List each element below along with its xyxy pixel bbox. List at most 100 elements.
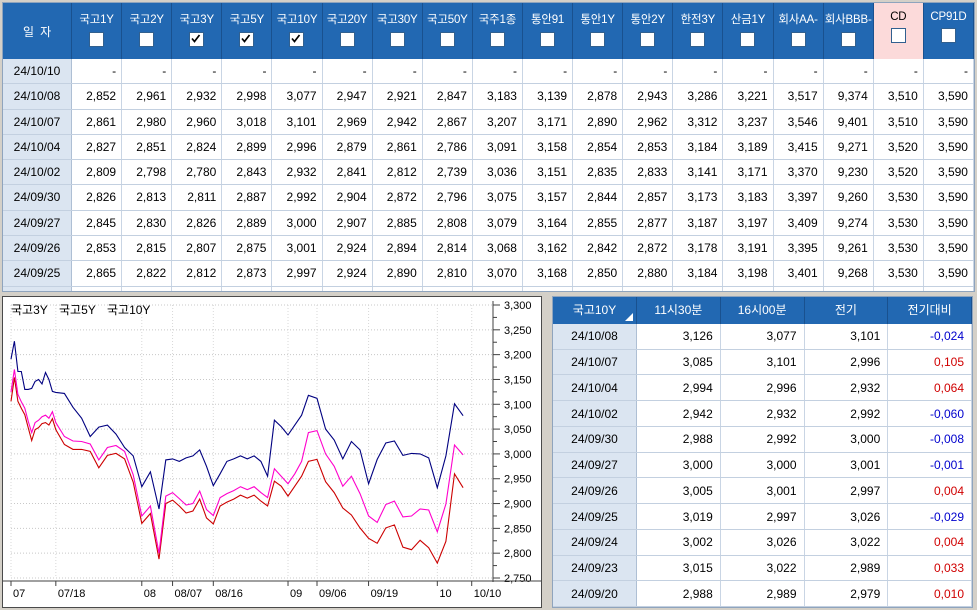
column-checkbox[interactable] — [139, 32, 155, 47]
cell-value — [523, 286, 574, 291]
column-checkbox[interactable] — [690, 32, 706, 47]
column-header-13: 산금1Y — [723, 3, 774, 59]
cell-value: 3,068 — [473, 236, 523, 261]
table-row[interactable]: 24/09/25 2,865 2,822 2,812 2,873 2,997 2,924 2,… — [3, 261, 974, 287]
intraday-t1600: 2,989 — [721, 581, 805, 607]
cell-value — [723, 286, 774, 291]
intraday-row[interactable]: 24/09/24 3,002 3,026 3,022 0,004 — [553, 529, 972, 556]
x-tick-label: 10/10 — [474, 588, 502, 600]
column-checkbox[interactable] — [840, 32, 856, 47]
column-checkbox[interactable] — [940, 28, 956, 43]
cell-value: 2,739 — [423, 160, 473, 185]
column-checkbox[interactable] — [239, 32, 255, 47]
intraday-header-label: 11시30분 — [654, 303, 703, 317]
cell-value: 2,835 — [573, 160, 624, 185]
cell-value: 2,861 — [72, 109, 123, 134]
cell-value: 2,969 — [323, 109, 373, 134]
cell-value: 9,268 — [824, 261, 874, 286]
cell-value: 2,841 — [323, 160, 373, 185]
column-header-5: 국고20Y — [323, 3, 373, 59]
column-header-8: 국주1종 — [473, 3, 523, 59]
intraday-chg: 0,033 — [888, 555, 972, 581]
row-date: 24/09/27 — [3, 210, 72, 236]
cell-value: - — [323, 59, 373, 84]
column-checkbox[interactable] — [790, 32, 806, 47]
intraday-row[interactable]: 24/09/23 3,015 3,022 2,989 0,033 — [553, 555, 972, 582]
intraday-chg: -0,024 — [888, 324, 972, 349]
intraday-chg: 0,064 — [888, 375, 972, 401]
intraday-t1130: 2,988 — [637, 581, 721, 607]
column-checkbox[interactable] — [540, 32, 556, 47]
x-tick-label: 08/16 — [215, 588, 243, 600]
intraday-t1130: 3,002 — [637, 529, 721, 555]
intraday-row[interactable]: 24/09/30 2,988 2,992 3,000 -0,008 — [553, 426, 972, 453]
table-row[interactable]: 24/09/27 2,845 2,830 2,826 2,889 3,000 2,907 2,… — [3, 210, 974, 237]
column-checkbox[interactable] — [590, 32, 606, 47]
series-line-0 — [10, 377, 464, 565]
column-label: 국고5Y — [229, 14, 265, 26]
table-row[interactable]: 24/10/07 2,861 2,980 2,960 3,018 3,101 2,969 2,… — [3, 109, 974, 135]
column-checkbox[interactable] — [289, 32, 305, 47]
column-checkbox[interactable] — [640, 32, 656, 47]
column-checkbox[interactable] — [439, 32, 455, 47]
cell-value: 2,980 — [122, 109, 173, 134]
column-checkbox[interactable] — [740, 32, 756, 47]
table-row[interactable]: 24/10/04 2,827 2,851 2,824 2,899 2,996 2,879 2,… — [3, 134, 974, 161]
date-column-label: 일 자 — [23, 24, 51, 39]
cell-value: 3,070 — [473, 261, 523, 286]
y-tick-label: 2,850 — [504, 523, 532, 535]
intraday-row[interactable]: 24/09/20 2,988 2,989 2,979 0,010 — [553, 581, 972, 608]
column-header-11: 통안2Y — [623, 3, 674, 59]
intraday-t1600: 3,101 — [721, 349, 805, 375]
cell-value: 2,932 — [172, 84, 223, 109]
cell-value: 3,168 — [523, 261, 574, 286]
cell-value: 3,158 — [523, 134, 574, 160]
date-column-header: 일 자 — [3, 3, 72, 59]
cell-value: 3,183 — [473, 84, 523, 109]
intraday-t1130: 3,126 — [637, 324, 721, 349]
cell-value: 2,814 — [423, 236, 473, 261]
column-checkbox[interactable] — [339, 32, 355, 47]
column-checkbox[interactable] — [489, 32, 505, 47]
table-row[interactable]: 24/10/08 2,852 2,961 2,932 2,998 3,077 2,947 2,… — [3, 84, 974, 110]
intraday-header-2: 16시00분 — [721, 297, 805, 324]
intraday-row[interactable]: 24/10/02 2,942 2,932 2,992 -0,060 — [553, 401, 972, 427]
intraday-row[interactable]: 24/10/08 3,126 3,077 3,101 -0,024 — [553, 324, 972, 350]
cell-value — [373, 286, 423, 291]
cell-value: 3,530 — [874, 236, 924, 261]
intraday-t1600: 3,077 — [721, 324, 805, 349]
column-label: 산금1Y — [730, 14, 766, 26]
cell-value: 3,198 — [723, 261, 774, 286]
cell-value: 3,171 — [723, 160, 774, 185]
table-row[interactable]: 24/10/10- - - - - - - - - - - - - - - - - - — [3, 59, 974, 85]
column-checkbox[interactable] — [890, 28, 906, 43]
column-checkbox[interactable] — [389, 32, 405, 47]
table-row[interactable]: 24/09/26 2,853 2,815 2,807 2,875 3,001 2,924 2,… — [3, 236, 974, 262]
cell-value: 3,286 — [673, 84, 724, 109]
cell-value: - — [72, 59, 123, 84]
cell-value: 3,000 — [272, 210, 323, 236]
cell-value: 2,943 — [623, 84, 674, 109]
yield-table-header: 일 자 국고1Y 국고2Y 국고3Y 국고5Y 국고10Y 국고20Y 국고30Y 국고50Y 국… — [3, 3, 974, 59]
cell-value: 2,872 — [373, 185, 423, 210]
cell-value: 2,873 — [222, 261, 273, 286]
intraday-row[interactable]: 24/09/25 3,019 2,997 3,026 -0,029 — [553, 504, 972, 530]
cell-value: 3,036 — [473, 160, 523, 185]
intraday-prev: 2,992 — [805, 401, 889, 426]
column-checkbox[interactable] — [89, 32, 105, 47]
table-row[interactable]: 24/10/02 2,809 2,798 2,780 2,843 2,932 2,841 2,… — [3, 160, 974, 186]
intraday-row[interactable]: 24/09/27 3,000 3,000 3,001 -0,001 — [553, 452, 972, 479]
intraday-row[interactable]: 24/10/07 3,085 3,101 2,996 0,105 — [553, 349, 972, 376]
cell-value: - — [774, 59, 824, 84]
x-tick-label: 08/07 — [175, 588, 203, 600]
cell-value: 2,932 — [272, 160, 323, 185]
table-row[interactable]: 24/09/30 2,826 2,813 2,811 2,887 2,992 2,904 2,… — [3, 185, 974, 211]
cell-value: 2,867 — [423, 109, 473, 134]
cell-value: 3,178 — [673, 236, 724, 261]
intraday-row[interactable]: 24/10/04 2,994 2,996 2,932 0,064 — [553, 375, 972, 402]
column-checkbox[interactable] — [189, 32, 205, 47]
column-header-3: 국고5Y — [222, 3, 273, 59]
intraday-row[interactable]: 24/09/26 3,005 3,001 2,997 0,004 — [553, 478, 972, 505]
intraday-header-0[interactable]: 국고10Y — [553, 297, 637, 324]
cell-value: 2,855 — [573, 210, 624, 236]
